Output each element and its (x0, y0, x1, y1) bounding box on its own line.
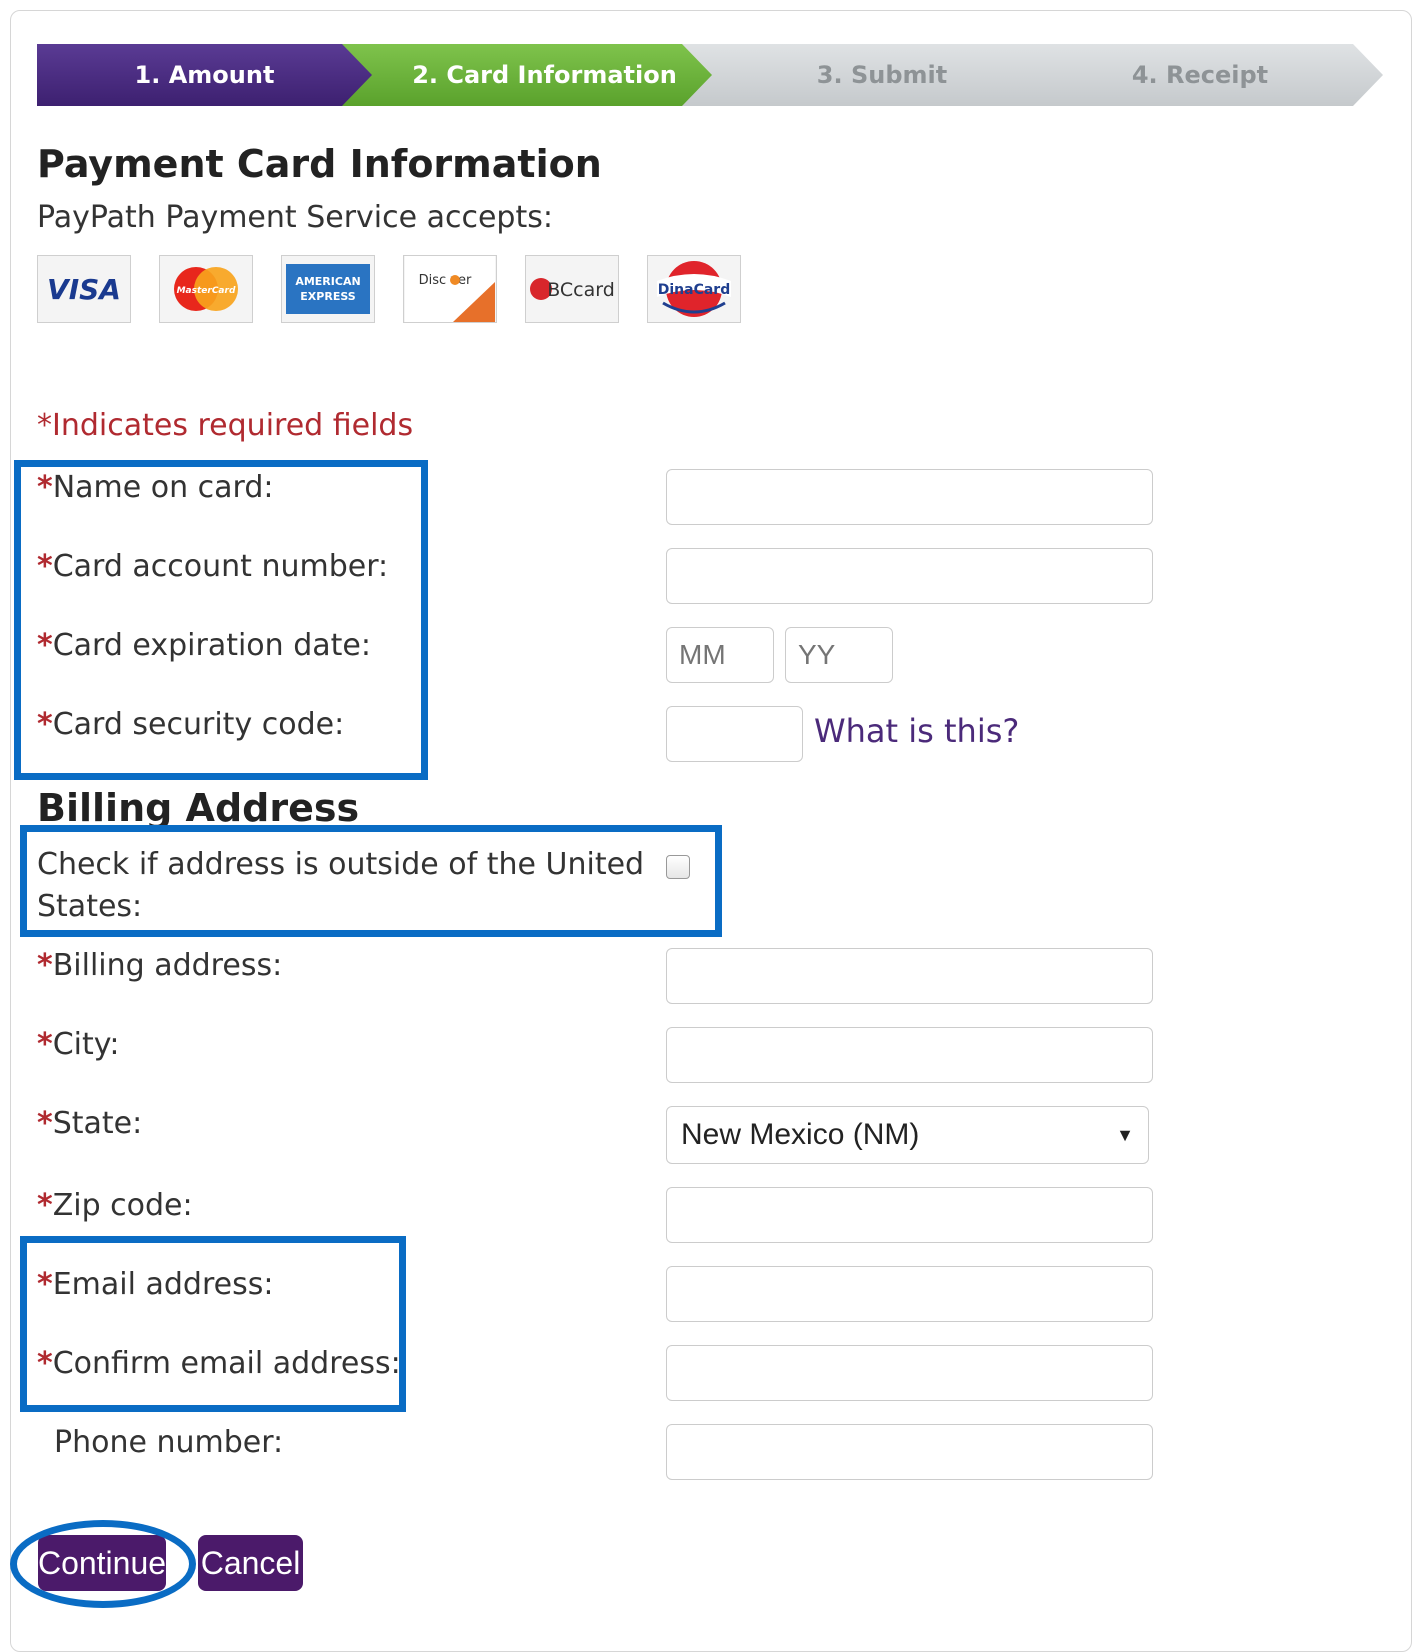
amex-icon: AMERICAN EXPRESS (281, 255, 375, 323)
zip-code-field[interactable] (666, 1187, 1153, 1243)
required-asterisk: * (37, 1106, 53, 1141)
city-label: *City: (37, 1027, 119, 1062)
step-label: 4. Receipt (1131, 61, 1269, 89)
mastercard-logo-text: MasterCard (177, 286, 236, 296)
step-amount: 1. Amount (37, 44, 402, 106)
dinacard-logo-text: DinaCard (658, 282, 730, 298)
email-field[interactable] (666, 1266, 1153, 1322)
step-label: 3. Submit (816, 61, 948, 89)
card-logos: VISA MasterCard AMERICAN EXPRESS Disc ve… (37, 255, 741, 323)
visa-logo-text: VISA (47, 273, 121, 306)
security-code-field[interactable] (666, 706, 803, 762)
progress-stepper: 1. Amount 2. Card Information 3. Submit … (37, 44, 1383, 106)
phone-number-label: Phone number: (54, 1425, 284, 1460)
step-label: 1. Amount (134, 61, 275, 89)
billing-address-label: *Billing address: (37, 948, 282, 983)
cancel-button[interactable]: Cancel (198, 1535, 303, 1591)
expiry-year-field[interactable] (785, 627, 893, 683)
svg-text:AMERICAN: AMERICAN (295, 275, 360, 288)
label-text: Zip code: (52, 1188, 193, 1223)
page-title: Payment Card Information (37, 142, 602, 186)
state-label: *State: (37, 1106, 142, 1141)
state-select[interactable]: New Mexico (NM) ▼ (666, 1106, 1149, 1164)
email-fields-highlight (20, 1236, 406, 1412)
required-asterisk: * (37, 948, 53, 983)
required-asterisk: * (37, 1027, 53, 1062)
svg-text:Disc ver: Disc ver (419, 273, 472, 288)
visa-icon: VISA (37, 255, 131, 323)
step-card-information: 2. Card Information (342, 44, 747, 106)
expiry-month-field[interactable] (666, 627, 774, 683)
dinacard-icon: DinaCard (647, 255, 741, 323)
card-fields-highlight (14, 460, 428, 780)
step-receipt: 4. Receipt (1017, 44, 1383, 106)
billing-address-heading: Billing Address (37, 786, 360, 830)
mastercard-icon: MasterCard (159, 255, 253, 323)
label-text: City: (52, 1027, 120, 1062)
required-asterisk: * (37, 1188, 53, 1223)
card-number-field[interactable] (666, 548, 1153, 604)
required-fields-note: *Indicates required fields (37, 408, 414, 443)
step-submit: 3. Submit (682, 44, 1082, 106)
chevron-down-icon: ▼ (1116, 1124, 1134, 1145)
zip-code-label: *Zip code: (37, 1188, 193, 1223)
step-label: 2. Card Information (412, 61, 677, 89)
bccard-icon: BCcard (525, 255, 619, 323)
what-is-this-link[interactable]: What is this? (814, 712, 1019, 750)
label-text: State: (52, 1106, 143, 1141)
accepts-text: PayPath Payment Service accepts: (37, 200, 553, 235)
bccard-logo-text: BCcard (547, 279, 615, 301)
svg-text:EXPRESS: EXPRESS (300, 290, 355, 303)
phone-number-field[interactable] (666, 1424, 1153, 1480)
label-text: Billing address: (52, 948, 283, 983)
state-selected-value: New Mexico (NM) (681, 1118, 920, 1151)
city-field[interactable] (666, 1027, 1153, 1083)
continue-highlight (10, 1520, 196, 1608)
outside-us-highlight (20, 825, 722, 937)
name-on-card-field[interactable] (666, 469, 1153, 525)
billing-address-field[interactable] (666, 948, 1153, 1004)
discover-icon: Disc ver (403, 255, 497, 323)
confirm-email-field[interactable] (666, 1345, 1153, 1401)
